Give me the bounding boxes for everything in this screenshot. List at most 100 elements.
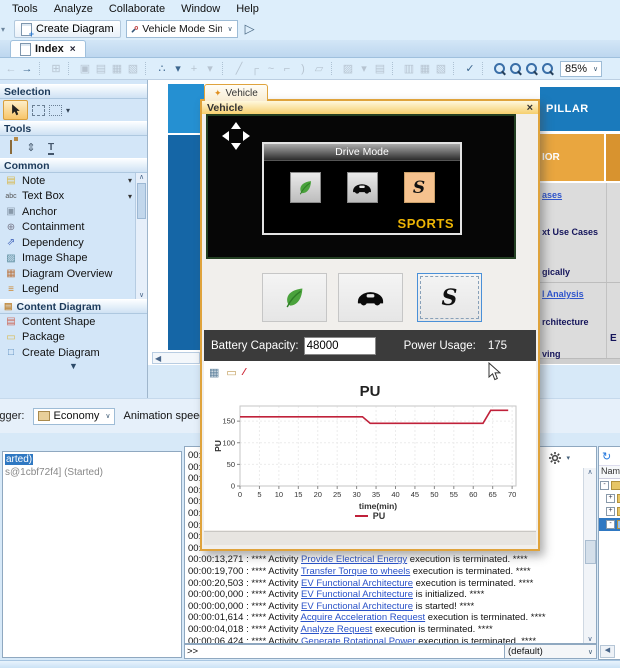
palette-section-selection[interactable]: Selection [0, 84, 147, 99]
palette-item-image-shape[interactable]: ▨Image Shape [0, 251, 135, 267]
palette-item-containment[interactable]: ⊕Containment [0, 220, 135, 236]
menu-item-help[interactable]: Help [228, 2, 267, 16]
multi-select-tool[interactable] [49, 105, 62, 116]
create-diagram-button[interactable]: Create Diagram [14, 20, 121, 38]
layout-dropdown-icon[interactable]: ▾ [171, 62, 185, 75]
export-csv-icon[interactable]: ▦ [209, 366, 219, 379]
refresh-icon[interactable]: ↻ [602, 450, 611, 463]
run-simulation-button[interactable]: ▷ [243, 21, 257, 37]
scroll-down-icon[interactable]: ∨ [587, 635, 592, 643]
activity-link[interactable]: EV Functional Architecture [301, 601, 413, 612]
tree-row[interactable]: + [599, 492, 620, 505]
activity-link[interactable]: EV Functional Architecture [301, 578, 413, 589]
pillar-cell-label[interactable]: l Analysis [542, 289, 584, 299]
behavior-header-cell[interactable]: IOR [540, 134, 604, 181]
zoom-in-icon[interactable] [524, 62, 538, 76]
battery-capacity-input[interactable] [304, 337, 376, 355]
close-icon[interactable]: × [527, 102, 533, 114]
session-list-item[interactable]: arted) [3, 453, 181, 466]
stamp-tool[interactable] [3, 141, 19, 153]
palette-item-package[interactable]: ▭Package [0, 330, 147, 346]
sports-mode-indicator[interactable]: S [404, 172, 435, 203]
collapse-icon[interactable]: - [600, 481, 609, 490]
palette-item-dependency[interactable]: ⇗Dependency [0, 235, 135, 251]
diagram-blue-cell-top[interactable] [168, 84, 204, 133]
scrollbar-thumb[interactable] [585, 540, 596, 564]
menu-item-window[interactable]: Window [173, 2, 228, 16]
tab-index[interactable]: Index × [10, 40, 86, 57]
menu-item-collaborate[interactable]: Collaborate [101, 2, 173, 16]
activity-link[interactable]: EV Functional Architecture [301, 589, 413, 600]
session-list-item[interactable]: s@1cbf72f4] (Started) [3, 466, 181, 479]
normal-mode-button[interactable] [338, 273, 403, 322]
scrollbar-thumb[interactable] [137, 183, 146, 219]
palette-item-note[interactable]: ▤Note▾ [0, 173, 135, 189]
diagram-blue-cell[interactable] [168, 135, 204, 350]
pan-arrows-icon[interactable] [220, 120, 252, 152]
variables-tree-panel[interactable]: ↻ Nam - + + - ◀ [598, 446, 620, 660]
palette-section-tools[interactable]: Tools [0, 121, 147, 136]
chevron-down-icon[interactable]: ▾ [128, 192, 132, 201]
expand-icon[interactable]: + [606, 507, 615, 516]
tree-row[interactable]: + [599, 505, 620, 518]
zoom-fit-icon[interactable] [492, 62, 506, 76]
palette-item-content-shape[interactable]: ▤Content Shape [0, 314, 147, 330]
scroll-up-icon[interactable]: ∧ [587, 468, 592, 476]
scroll-up-icon[interactable]: ∧ [139, 173, 144, 181]
zoom-region-icon[interactable] [508, 62, 522, 76]
simulation-config-select[interactable]: Vehicle Mode Simulation ∨ [126, 20, 238, 38]
marquee-select-tool[interactable] [32, 105, 45, 116]
split-tool[interactable]: ⇕ [23, 141, 39, 154]
tree-row[interactable]: - [599, 518, 620, 531]
tree-name-column-header[interactable]: Nam [599, 466, 620, 479]
scroll-left-icon[interactable]: ◀ [155, 354, 161, 363]
swimlane-tool[interactable]: T [43, 141, 59, 153]
expand-icon[interactable]: + [606, 494, 615, 503]
menu-item-tools[interactable]: Tools [4, 2, 46, 16]
palette-item-constraint[interactable]: □Constraint [0, 297, 135, 299]
vehicle-dialog-titlebar[interactable]: Vehicle × [202, 101, 538, 114]
zoom-out-icon[interactable] [540, 62, 554, 76]
activity-link[interactable]: Provide Electrical Energy [301, 554, 407, 565]
palette-scrollbar[interactable]: ∧ ∨ [135, 173, 147, 299]
tree-row[interactable]: - [599, 479, 620, 492]
normal-mode-indicator[interactable] [347, 172, 378, 203]
console-command-input[interactable] [184, 644, 505, 659]
activity-link[interactable]: Transfer Torque to wheels [301, 566, 410, 577]
toolbar-overflow-icon[interactable]: ▾ [1, 25, 9, 34]
palette-item-text-box[interactable]: abcText Box▾ [0, 189, 135, 205]
pillar-table[interactable]: PILLAR IOR E asesxt Use Casesgicallyl An… [540, 87, 620, 364]
scroll-left-icon[interactable]: ◀ [600, 645, 615, 658]
close-tab-icon[interactable]: × [70, 44, 76, 55]
palette-section-common[interactable]: Common [0, 158, 147, 173]
open-export-icon[interactable]: ▭ [226, 366, 236, 379]
tab-vehicle[interactable]: ✦ Vehicle [204, 84, 268, 101]
eco-mode-indicator[interactable] [290, 172, 321, 203]
pillar-orange-side-cell[interactable] [604, 134, 620, 181]
scroll-down-icon[interactable]: ∨ [139, 291, 144, 299]
console-scope-select[interactable]: (default) ∨ [505, 644, 597, 659]
chevron-down-icon[interactable]: ▾ [128, 176, 132, 185]
palette-item-anchor[interactable]: ▣Anchor [0, 204, 135, 220]
palette-item-create-diagram[interactable]: □Create Diagram [0, 345, 147, 361]
menu-item-analyze[interactable]: Analyze [46, 2, 101, 16]
palette-expander-icon[interactable]: ▼ [0, 361, 147, 373]
sports-mode-button[interactable]: S [417, 273, 482, 322]
selection-dropdown-icon[interactable]: ▾ [66, 106, 70, 115]
palette-item-legend[interactable]: ≡Legend [0, 282, 135, 298]
collapse-icon[interactable]: - [606, 520, 615, 529]
validation-icon[interactable]: ✓ [463, 62, 477, 75]
palette-section-content-diagram[interactable]: ▤ Content Diagram [0, 299, 147, 314]
console-settings-button[interactable]: ▾ [547, 452, 572, 464]
palette-item-diagram-overview[interactable]: ▦Diagram Overview [0, 266, 135, 282]
zoom-level-select[interactable]: 85% ∨ [560, 61, 602, 77]
activity-link[interactable]: Analyze Request [301, 624, 373, 635]
eco-mode-button[interactable] [262, 273, 327, 322]
activity-link[interactable]: Generate Rotational Power [301, 636, 416, 645]
select-tool-button[interactable] [3, 100, 28, 120]
sessions-panel[interactable]: arted)s@1cbf72f4] (Started) [2, 451, 182, 658]
trigger-select[interactable]: Economy ∨ [33, 408, 116, 425]
canvas-horizontal-scrollbar[interactable]: ◀ [152, 352, 200, 364]
log-scrollbar[interactable]: ∧ ∨ [583, 468, 596, 643]
pillar-header-cell[interactable]: PILLAR [540, 87, 620, 131]
